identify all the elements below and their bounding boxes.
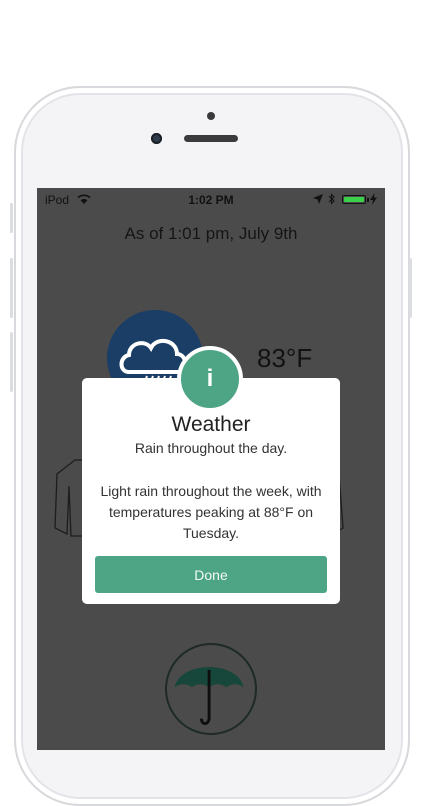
umbrella-suggestion-badge [165, 643, 257, 735]
updated-timestamp: As of 1:01 pm, July 9th [124, 224, 298, 243]
volume-up-button [10, 258, 13, 318]
location-arrow-icon [313, 194, 323, 204]
info-icon: i [177, 346, 243, 412]
battery-nub [367, 198, 369, 202]
dialog-message: Light rain throughout the week, with tem… [100, 483, 322, 541]
done-button[interactable]: Done [95, 556, 327, 593]
status-bar: iPod 1:02 PM [37, 188, 385, 210]
dialog-title: Weather [171, 413, 251, 436]
power-button [409, 258, 412, 318]
earpiece-speaker [184, 135, 238, 142]
current-temperature: 83°F [257, 343, 313, 373]
front-camera [151, 133, 162, 144]
battery-icon [342, 195, 369, 204]
proximity-sensor [207, 112, 215, 120]
battery-level [344, 197, 364, 202]
volume-down-button [10, 332, 13, 392]
dialog-subtitle: Rain throughout the day. [134, 440, 288, 456]
mute-switch [10, 203, 13, 233]
umbrella-icon [174, 667, 244, 725]
bluetooth-icon [328, 193, 335, 205]
charging-bolt-icon [370, 193, 377, 205]
